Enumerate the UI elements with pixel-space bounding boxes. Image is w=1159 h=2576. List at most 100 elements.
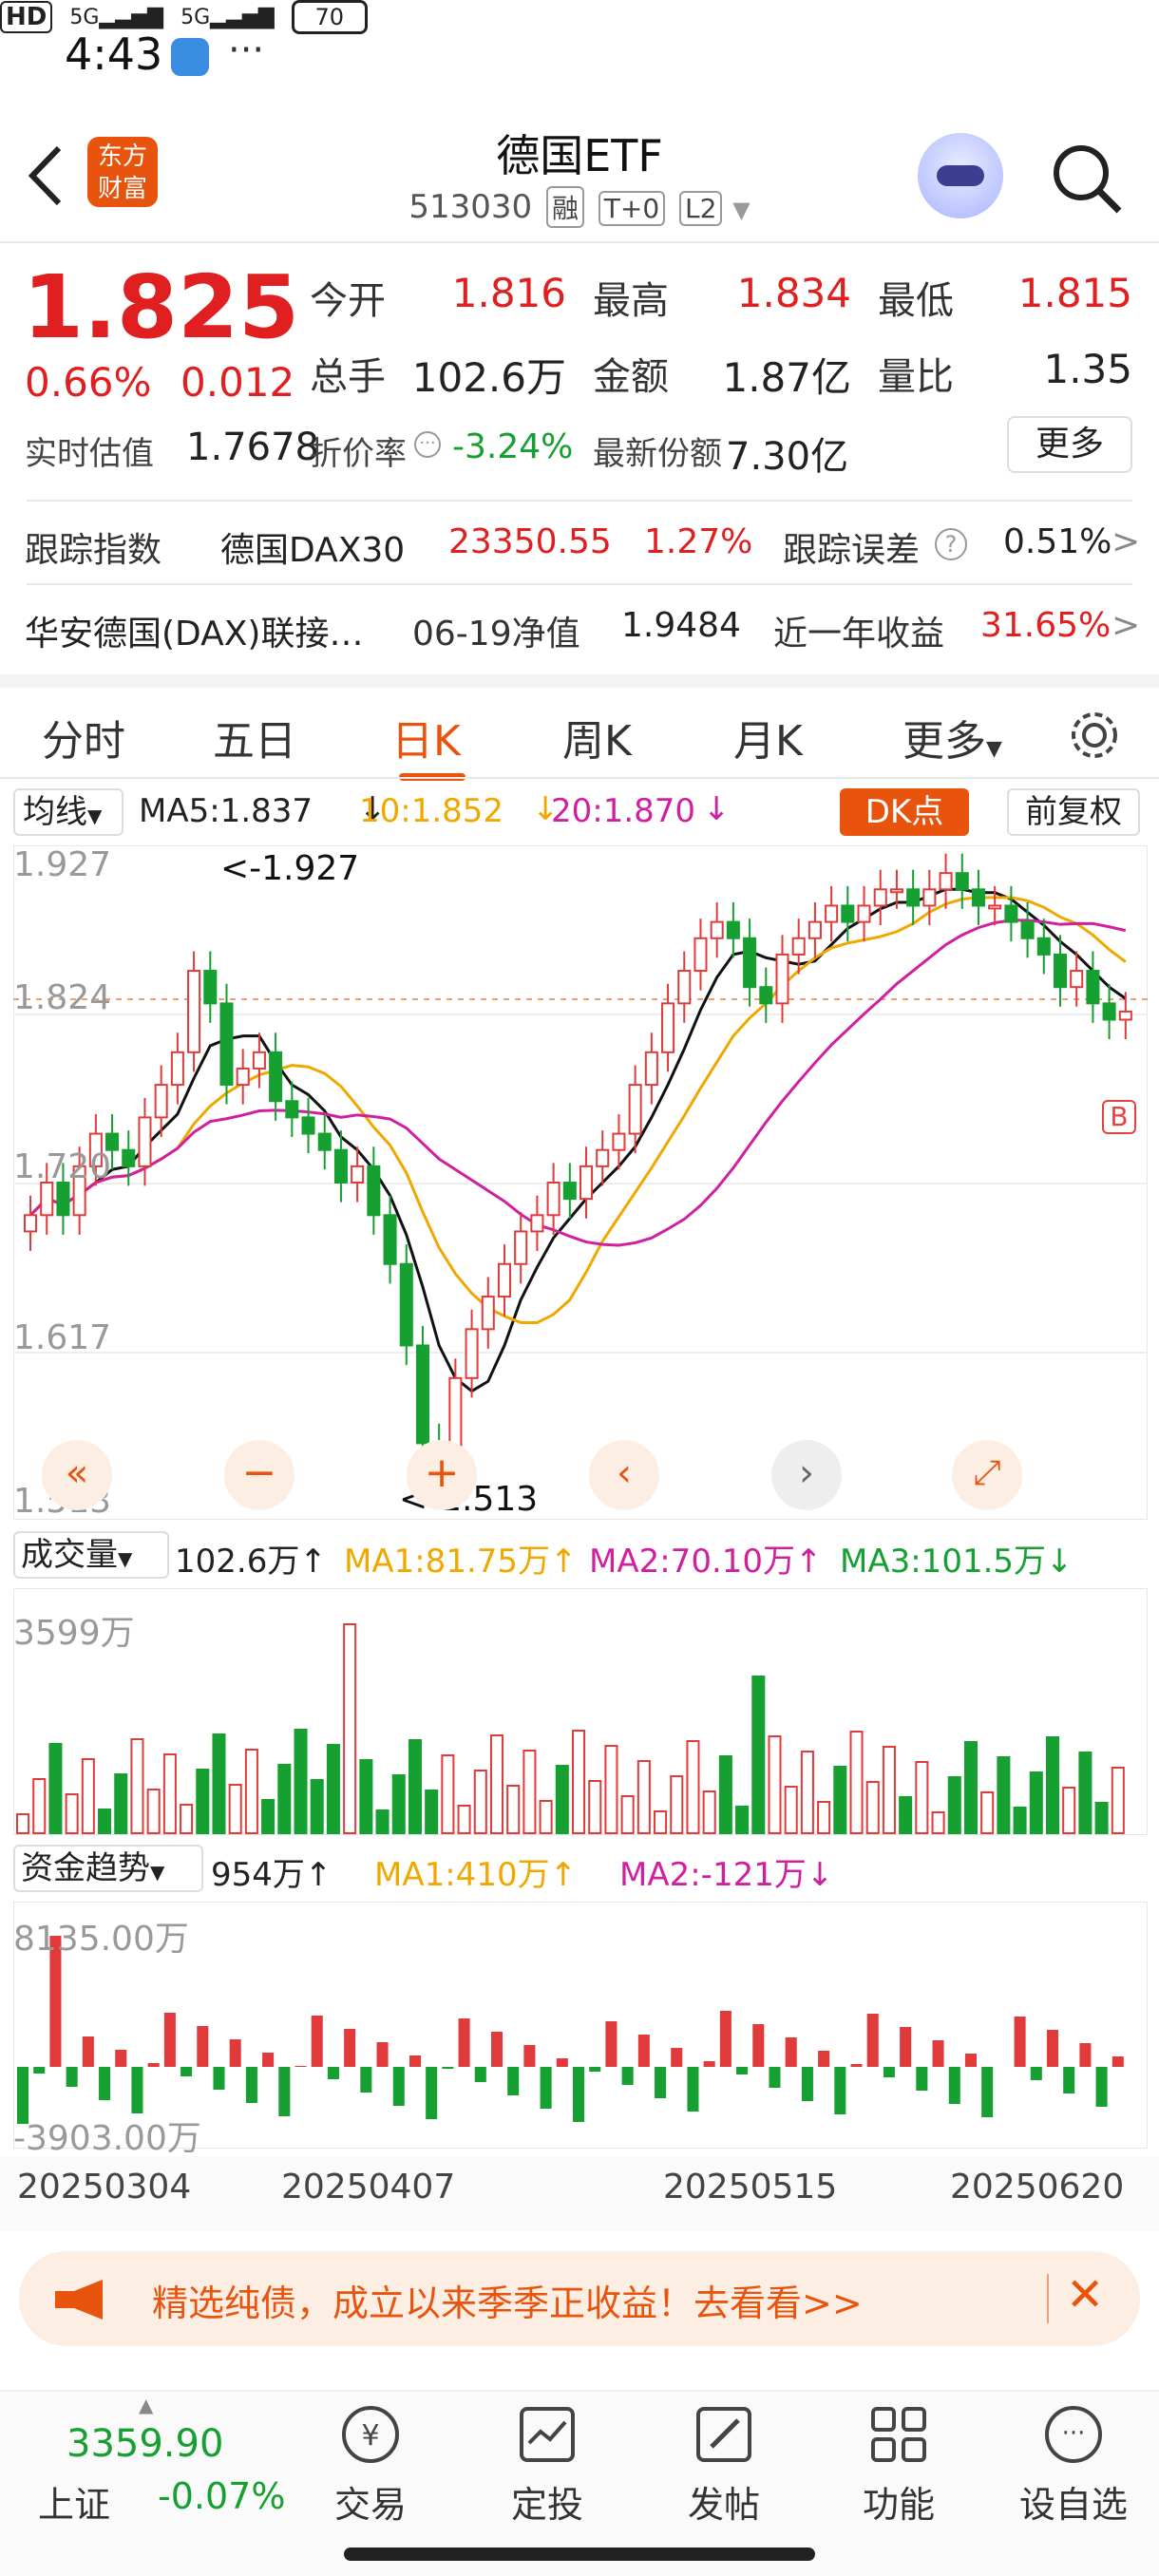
fund-flow-bar xyxy=(769,2067,781,2088)
rewind-icon[interactable]: « xyxy=(42,1440,112,1510)
volume-bar xyxy=(963,1741,978,1834)
tracking-index[interactable]: 德国DAX30 xyxy=(220,522,405,572)
volume-bar xyxy=(654,1810,668,1834)
candle xyxy=(497,1262,512,1298)
volume-bar xyxy=(636,1760,651,1834)
candle xyxy=(791,937,806,956)
post-button[interactable]: 发帖 xyxy=(638,2401,809,2528)
candle xyxy=(743,937,757,989)
volume-bar xyxy=(441,1754,455,1834)
add-watchlist-button[interactable]: ··· 设自选 xyxy=(988,2401,1159,2528)
volume-bar xyxy=(1111,1767,1125,1834)
candle xyxy=(694,937,708,973)
volume-bar xyxy=(686,1740,700,1834)
info-icon[interactable]: ··· xyxy=(414,431,441,458)
tag-l2: L2 xyxy=(678,191,723,226)
candle xyxy=(269,1051,283,1103)
volume-bar xyxy=(228,1784,242,1834)
date-label-3: 20250515 xyxy=(663,2168,838,2207)
candlestick-chart[interactable] xyxy=(13,845,1148,1520)
y-label-3: 1.720 xyxy=(13,1147,112,1186)
candle xyxy=(857,904,871,923)
volume-bar xyxy=(162,1753,177,1834)
fund-flow-bar xyxy=(621,2067,634,2085)
volume-bar xyxy=(1029,1771,1043,1834)
volume-chart[interactable] xyxy=(13,1588,1148,1835)
candle xyxy=(1070,970,1084,989)
fund-flow-bar xyxy=(834,2067,846,2114)
settings-gear-icon[interactable] xyxy=(1066,707,1123,764)
tracking-index-pct: 1.27% xyxy=(644,522,753,561)
fund-flow-bar xyxy=(687,2067,699,2112)
fund-flow-bar xyxy=(932,2040,944,2067)
fund-flow-select[interactable]: 资金趋势▼ xyxy=(13,1845,203,1892)
volume-bar xyxy=(1078,1752,1092,1834)
ma-select[interactable]: 均线▼ xyxy=(13,788,124,836)
fund-flow-bar xyxy=(637,2035,650,2067)
tab-five-day[interactable]: 五日 xyxy=(213,707,296,767)
tracking-error-value: 0.51% xyxy=(1003,522,1112,561)
battery-icon: 70 xyxy=(291,0,368,34)
functions-button[interactable]: 功能 xyxy=(813,2401,984,2528)
fund-flow-bar xyxy=(1030,2067,1042,2080)
buy-signal-badge: B xyxy=(1102,1100,1136,1134)
candle xyxy=(939,872,953,891)
chevron-right-icon[interactable]: > xyxy=(1112,606,1140,645)
tab-more[interactable]: 更多▼ xyxy=(902,707,1002,767)
volume-bar xyxy=(882,1746,896,1834)
last-price: 1.825 xyxy=(23,256,300,358)
fund-flow-bar xyxy=(703,2061,715,2067)
zoom-in-icon[interactable]: + xyxy=(407,1440,477,1510)
trade-button[interactable]: ¥ 交易 xyxy=(285,2401,456,2528)
chevron-right-icon[interactable]: > xyxy=(1112,522,1140,561)
candle xyxy=(465,1328,479,1379)
candle xyxy=(203,970,218,1005)
fund-flow-min-label: -3903.00万 xyxy=(13,2119,201,2158)
trade-icon: ¥ xyxy=(342,2406,399,2463)
adjust-button[interactable]: 前复权 xyxy=(1007,788,1140,836)
fund-flow-bar xyxy=(360,2067,372,2093)
volume-bar xyxy=(997,1756,1011,1834)
fund-name[interactable]: 华安德国(DAX)联接… xyxy=(25,606,363,655)
dk-button[interactable]: DK点 xyxy=(840,788,969,836)
volume-select[interactable]: 成交量▼ xyxy=(13,1531,169,1579)
fund-flow-bar xyxy=(752,2024,765,2067)
sh-index-value[interactable]: 3359.90 xyxy=(66,2422,223,2466)
candle xyxy=(122,1148,136,1167)
volume-bar xyxy=(865,1781,880,1834)
amount-label: 金额 xyxy=(593,355,669,399)
tab-daily-k[interactable]: 日K xyxy=(391,707,461,767)
ratio-value: 1.35 xyxy=(1043,346,1132,392)
tab-intraday[interactable]: 分时 xyxy=(42,707,125,767)
zoom-out-icon[interactable]: − xyxy=(224,1440,294,1510)
fund-flow-bar xyxy=(964,2054,977,2067)
candle xyxy=(889,888,903,894)
more-notifications-icon: ··· xyxy=(228,28,265,72)
fund-flow-bar xyxy=(458,2018,470,2067)
tab-weekly-k[interactable]: 周K xyxy=(562,707,632,767)
fund-flow-bar xyxy=(671,2048,683,2067)
y-label-top: 1.927 xyxy=(13,845,112,884)
fund-flow-bar xyxy=(1079,2043,1092,2067)
promo-banner[interactable]: 精选纯债，成立以来季季正收益！去看看>> ✕ xyxy=(19,2251,1140,2346)
ma10-legend-text: 10:1.852 xyxy=(359,792,504,830)
help-icon[interactable]: ? xyxy=(935,528,967,560)
candle xyxy=(481,1296,495,1331)
expand-icon[interactable]: ▲ xyxy=(139,2394,153,2416)
tab-monthly-k[interactable]: 月K xyxy=(733,707,803,767)
fund-flow-bar xyxy=(1095,2067,1108,2107)
candle xyxy=(236,1067,250,1087)
next-icon[interactable]: › xyxy=(771,1440,842,1510)
volume-bar xyxy=(180,1804,194,1834)
close-icon[interactable]: ✕ xyxy=(1066,2268,1104,2321)
fullscreen-icon[interactable]: ⤢ xyxy=(952,1440,1022,1510)
candle xyxy=(1118,1010,1132,1021)
prev-icon[interactable]: ‹ xyxy=(589,1440,659,1510)
assistant-avatar[interactable] xyxy=(918,133,1003,218)
high-marker: <-1.927 xyxy=(220,849,360,888)
invest-plan-button[interactable]: 定投 xyxy=(462,2401,633,2528)
fund-flow-bar xyxy=(523,2045,536,2067)
volume-bar xyxy=(425,1790,439,1834)
search-icon[interactable] xyxy=(1049,141,1125,217)
more-button[interactable]: 更多 xyxy=(1007,416,1132,473)
